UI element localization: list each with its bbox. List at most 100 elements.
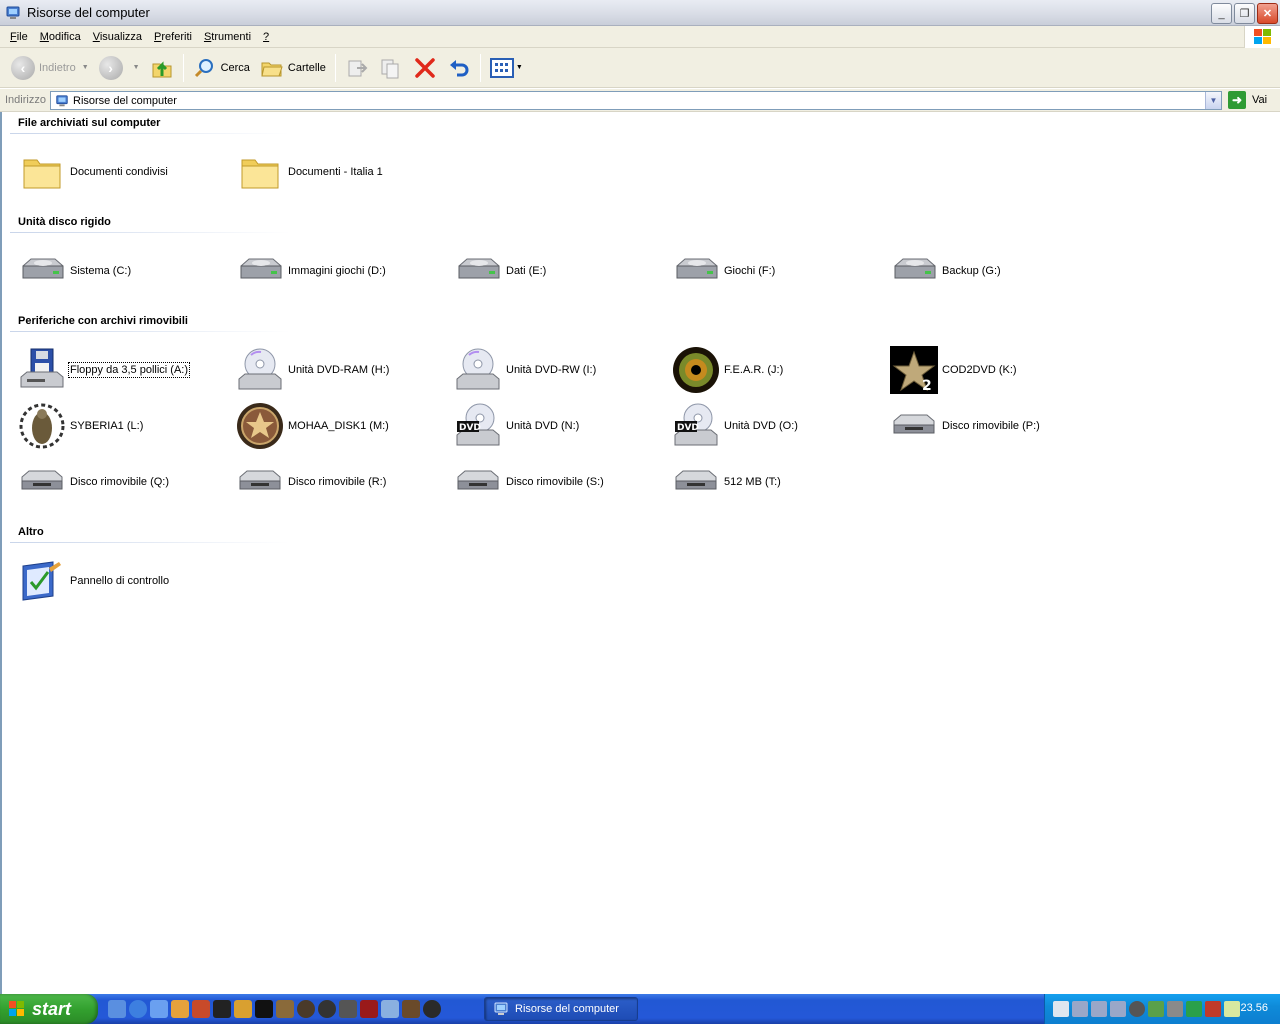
item-label: Documenti condivisi <box>70 166 168 178</box>
item-label: Unità DVD-RAM (H:) <box>288 364 390 376</box>
up-folder-button[interactable] <box>145 53 179 83</box>
tray-app-icon[interactable] <box>1186 1001 1202 1017</box>
menu-edit[interactable]: Modifica <box>34 31 87 43</box>
menu-view[interactable]: Visualizza <box>87 31 148 43</box>
item-drive-c[interactable]: Sistema (C:) <box>18 246 228 296</box>
restore-button[interactable]: ❐ <box>1234 3 1255 24</box>
group-divider <box>10 232 290 233</box>
back-dropdown-icon[interactable]: ▼ <box>82 64 89 71</box>
move-to-button[interactable] <box>340 53 374 83</box>
forward-arrow-icon: › <box>98 55 123 80</box>
volume-muted-icon[interactable] <box>1205 1001 1221 1017</box>
media-player-icon[interactable] <box>150 1000 168 1018</box>
file-view[interactable]: File archiviati sul computer Documenti c… <box>0 112 1280 994</box>
show-desktop-icon[interactable] <box>108 1000 126 1018</box>
item-fear-j[interactable]: F.E.A.R. (J:) <box>672 345 882 395</box>
folders-button[interactable]: Cartelle <box>255 53 331 83</box>
hard-disk-icon <box>890 247 938 295</box>
app-launch-icon[interactable] <box>255 1000 273 1018</box>
forward-button[interactable]: › ▼ <box>94 53 145 83</box>
app-launch-icon[interactable] <box>276 1000 294 1018</box>
item-removable-r[interactable]: Disco rimovibile (R:) <box>236 457 446 507</box>
fear-eye-icon <box>672 346 720 394</box>
item-drive-f[interactable]: Giochi (F:) <box>672 246 882 296</box>
start-button[interactable]: start <box>0 994 98 1024</box>
delete-icon <box>415 57 435 78</box>
item-drive-e[interactable]: Dati (E:) <box>454 246 664 296</box>
item-control-panel[interactable]: Pannello di controllo <box>18 556 228 606</box>
network-disconnected-icon[interactable] <box>1110 1001 1126 1017</box>
item-shared-documents[interactable]: Documenti condivisi <box>18 147 228 197</box>
item-label: Pannello di controllo <box>70 575 170 587</box>
app-launch-icon[interactable] <box>423 1000 441 1018</box>
item-syberia-l[interactable]: SYBERIA1 (L:) <box>18 401 228 451</box>
hard-disk-icon <box>236 247 284 295</box>
title-bar[interactable]: Risorse del computer _ ❐ ✕ <box>0 0 1280 26</box>
my-computer-icon <box>56 94 68 106</box>
item-dvd-n[interactable]: DVD Unità DVD (N:) <box>454 401 664 451</box>
app-launch-icon[interactable] <box>297 1000 315 1018</box>
item-drive-d[interactable]: Immagini giochi (D:) <box>236 246 446 296</box>
forward-dropdown-icon[interactable]: ▼ <box>133 64 140 71</box>
item-mohaa-m[interactable]: MOHAA_DISK1 (M:) <box>236 401 446 451</box>
item-drive-g[interactable]: Backup (G:) <box>890 246 1100 296</box>
undo-button[interactable] <box>442 53 476 83</box>
svg-text:2: 2 <box>922 378 932 394</box>
go-button[interactable]: ➜ Vai <box>1228 91 1267 109</box>
menu-tools[interactable]: Strumenti <box>198 31 257 43</box>
taskbar-button-my-computer[interactable]: Risorse del computer <box>484 997 638 1021</box>
item-dvd-rw-i[interactable]: Unità DVD-RW (I:) <box>454 345 664 395</box>
network-disconnected-icon[interactable] <box>1091 1001 1107 1017</box>
back-arrow-icon: ‹ <box>11 55 35 80</box>
app-launch-icon[interactable] <box>360 1000 378 1018</box>
item-dvd-ram-h[interactable]: Unità DVD-RAM (H:) <box>236 345 446 395</box>
address-dropdown-icon[interactable]: ▼ <box>1205 92 1221 109</box>
item-user-documents[interactable]: Documenti - Italia 1 <box>236 147 446 197</box>
item-removable-p[interactable]: Disco rimovibile (P:) <box>890 401 1100 451</box>
go-label: Vai <box>1252 94 1268 106</box>
close-button[interactable]: ✕ <box>1257 3 1278 24</box>
search-button[interactable]: Cerca <box>188 53 255 83</box>
item-floppy-a[interactable]: Floppy da 3,5 pollici (A:) <box>18 345 228 395</box>
address-input[interactable]: Risorse del computer ▼ <box>50 91 1222 110</box>
item-removable-s[interactable]: Disco rimovibile (S:) <box>454 457 664 507</box>
app-launch-icon[interactable] <box>171 1000 189 1018</box>
views-button[interactable]: ▼ <box>485 53 528 83</box>
clock[interactable]: 23.56 <box>1240 1002 1268 1014</box>
item-removable-q[interactable]: Disco rimovibile (Q:) <box>18 457 228 507</box>
removable-disk-icon <box>672 458 720 506</box>
tray-app-icon[interactable] <box>1224 1001 1240 1017</box>
delete-button[interactable] <box>408 53 442 83</box>
app-launch-icon[interactable] <box>381 1000 399 1018</box>
tray-app-icon[interactable] <box>1129 1001 1145 1017</box>
item-label: Immagini giochi (D:) <box>288 265 386 277</box>
app-launch-icon[interactable] <box>402 1000 420 1018</box>
menu-file[interactable]: File <box>4 31 34 43</box>
tray-app-icon[interactable] <box>1167 1001 1183 1017</box>
item-removable-t[interactable]: 512 MB (T:) <box>672 457 882 507</box>
windows-logo-icon <box>1244 26 1280 48</box>
app-launch-icon[interactable] <box>339 1000 357 1018</box>
network-disconnected-icon[interactable] <box>1072 1001 1088 1017</box>
item-label: Disco rimovibile (S:) <box>506 476 604 488</box>
app-launch-icon[interactable] <box>213 1000 231 1018</box>
internet-explorer-icon[interactable] <box>129 1000 147 1018</box>
mohaa-medal-icon <box>236 402 284 450</box>
app-launch-icon[interactable] <box>234 1000 252 1018</box>
app-launch-icon[interactable] <box>192 1000 210 1018</box>
tray-app-icon[interactable] <box>1148 1001 1164 1017</box>
item-label: Disco rimovibile (R:) <box>288 476 387 488</box>
app-launch-icon[interactable] <box>318 1000 336 1018</box>
item-dvd-o[interactable]: DVD Unità DVD (O:) <box>672 401 882 451</box>
views-icon <box>489 57 514 78</box>
group-divider <box>10 133 290 134</box>
item-cod2dvd-k[interactable]: 2 COD2DVD (K:) <box>890 345 1100 395</box>
back-button[interactable]: ‹ Indietro ▼ <box>6 53 94 83</box>
syberia-icon <box>18 402 66 450</box>
minimize-button[interactable]: _ <box>1211 3 1232 24</box>
toolbar-separator <box>334 53 336 82</box>
network-icon[interactable] <box>1053 1001 1069 1017</box>
menu-favorites[interactable]: Preferiti <box>148 31 198 43</box>
copy-to-button[interactable] <box>374 53 408 83</box>
menu-help[interactable]: ? <box>257 31 275 43</box>
